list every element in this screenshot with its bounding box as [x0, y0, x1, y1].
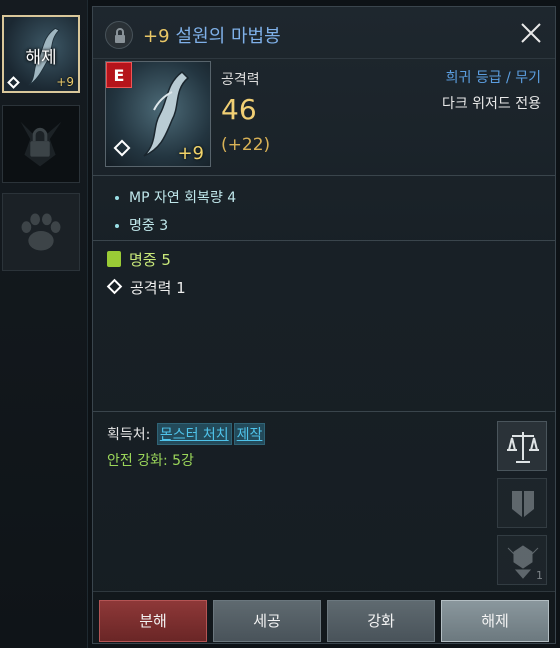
safe-enhance-text: 안전 강화: 5강 — [107, 453, 194, 469]
item-tooltip-panel: +9 설원의 마법봉 E +9 공격력 46 (+22) 희귀 등급 / 무기 다… — [92, 6, 556, 644]
source-row: 획득처: 몬스터 처치 제작 — [107, 423, 266, 445]
dismantle-button[interactable]: 분해 — [99, 600, 207, 642]
diamond-icon — [106, 278, 123, 295]
item-name-text: 설원의 마법봉 — [175, 26, 281, 47]
source-link-monster[interactable]: 몬스터 처치 — [156, 423, 232, 445]
lock-icon[interactable] — [105, 21, 133, 49]
item-grade-type: 희귀 등급 / 무기 — [445, 70, 541, 86]
action-bar: 분해 세공 강화 해제 — [93, 591, 555, 643]
unequip-button[interactable]: 해제 — [441, 600, 549, 642]
source-link-craft[interactable]: 제작 — [233, 423, 266, 445]
helmet-icon — [512, 491, 534, 517]
title-row: +9 설원의 마법봉 — [93, 7, 555, 59]
attack-bonus: (+22) — [221, 135, 271, 155]
stat-line: MP 자연 회복량 4 — [115, 187, 236, 207]
close-icon[interactable] — [517, 19, 545, 47]
preset-count: 1 — [536, 569, 543, 582]
item-image-enhance-level: +9 — [177, 143, 204, 164]
attack-label: 공격력 — [221, 72, 260, 88]
divider — [93, 411, 555, 412]
stat-line: 명중 3 — [115, 215, 168, 235]
compare-button[interactable] — [497, 421, 547, 471]
bonus-text: 명중 5 — [129, 251, 171, 269]
refine-button[interactable]: 세공 — [213, 600, 321, 642]
item-name: +9 설원의 마법봉 — [143, 22, 281, 48]
item-enhance-level: +9 — [143, 26, 170, 47]
equip-compare-button[interactable] — [497, 478, 547, 528]
slot-status-label: 해제 — [25, 48, 57, 68]
item-slot-strip: 해제 +9 — [0, 0, 88, 648]
bonus-line: 명중 5 — [107, 249, 171, 270]
lock-icon — [20, 121, 62, 167]
slot-enhance-level: +9 — [56, 75, 74, 89]
stat-text: 명중 3 — [129, 218, 169, 234]
enhance-button[interactable]: 강화 — [327, 600, 435, 642]
slot-weapon[interactable]: 해제 +9 — [2, 15, 80, 93]
divider — [93, 175, 555, 176]
bonus-line: 공격력 1 — [106, 277, 186, 298]
divider — [93, 240, 555, 241]
preset-button[interactable]: 1 — [497, 535, 547, 585]
slot-locked[interactable] — [2, 105, 80, 183]
slot-pet[interactable] — [2, 193, 80, 271]
item-image: E +9 — [105, 61, 211, 167]
class-restriction: 다크 위저드 전용 — [441, 96, 541, 112]
grade-badge: E — [106, 62, 132, 88]
stat-text: MP 자연 회복량 4 — [129, 190, 237, 206]
attack-value: 46 — [221, 93, 257, 126]
source-label: 획득처: — [107, 427, 151, 443]
gem-icon — [107, 251, 121, 267]
scale-icon — [507, 432, 539, 463]
bonus-text: 공격력 1 — [130, 279, 186, 297]
paw-icon — [21, 213, 61, 251]
